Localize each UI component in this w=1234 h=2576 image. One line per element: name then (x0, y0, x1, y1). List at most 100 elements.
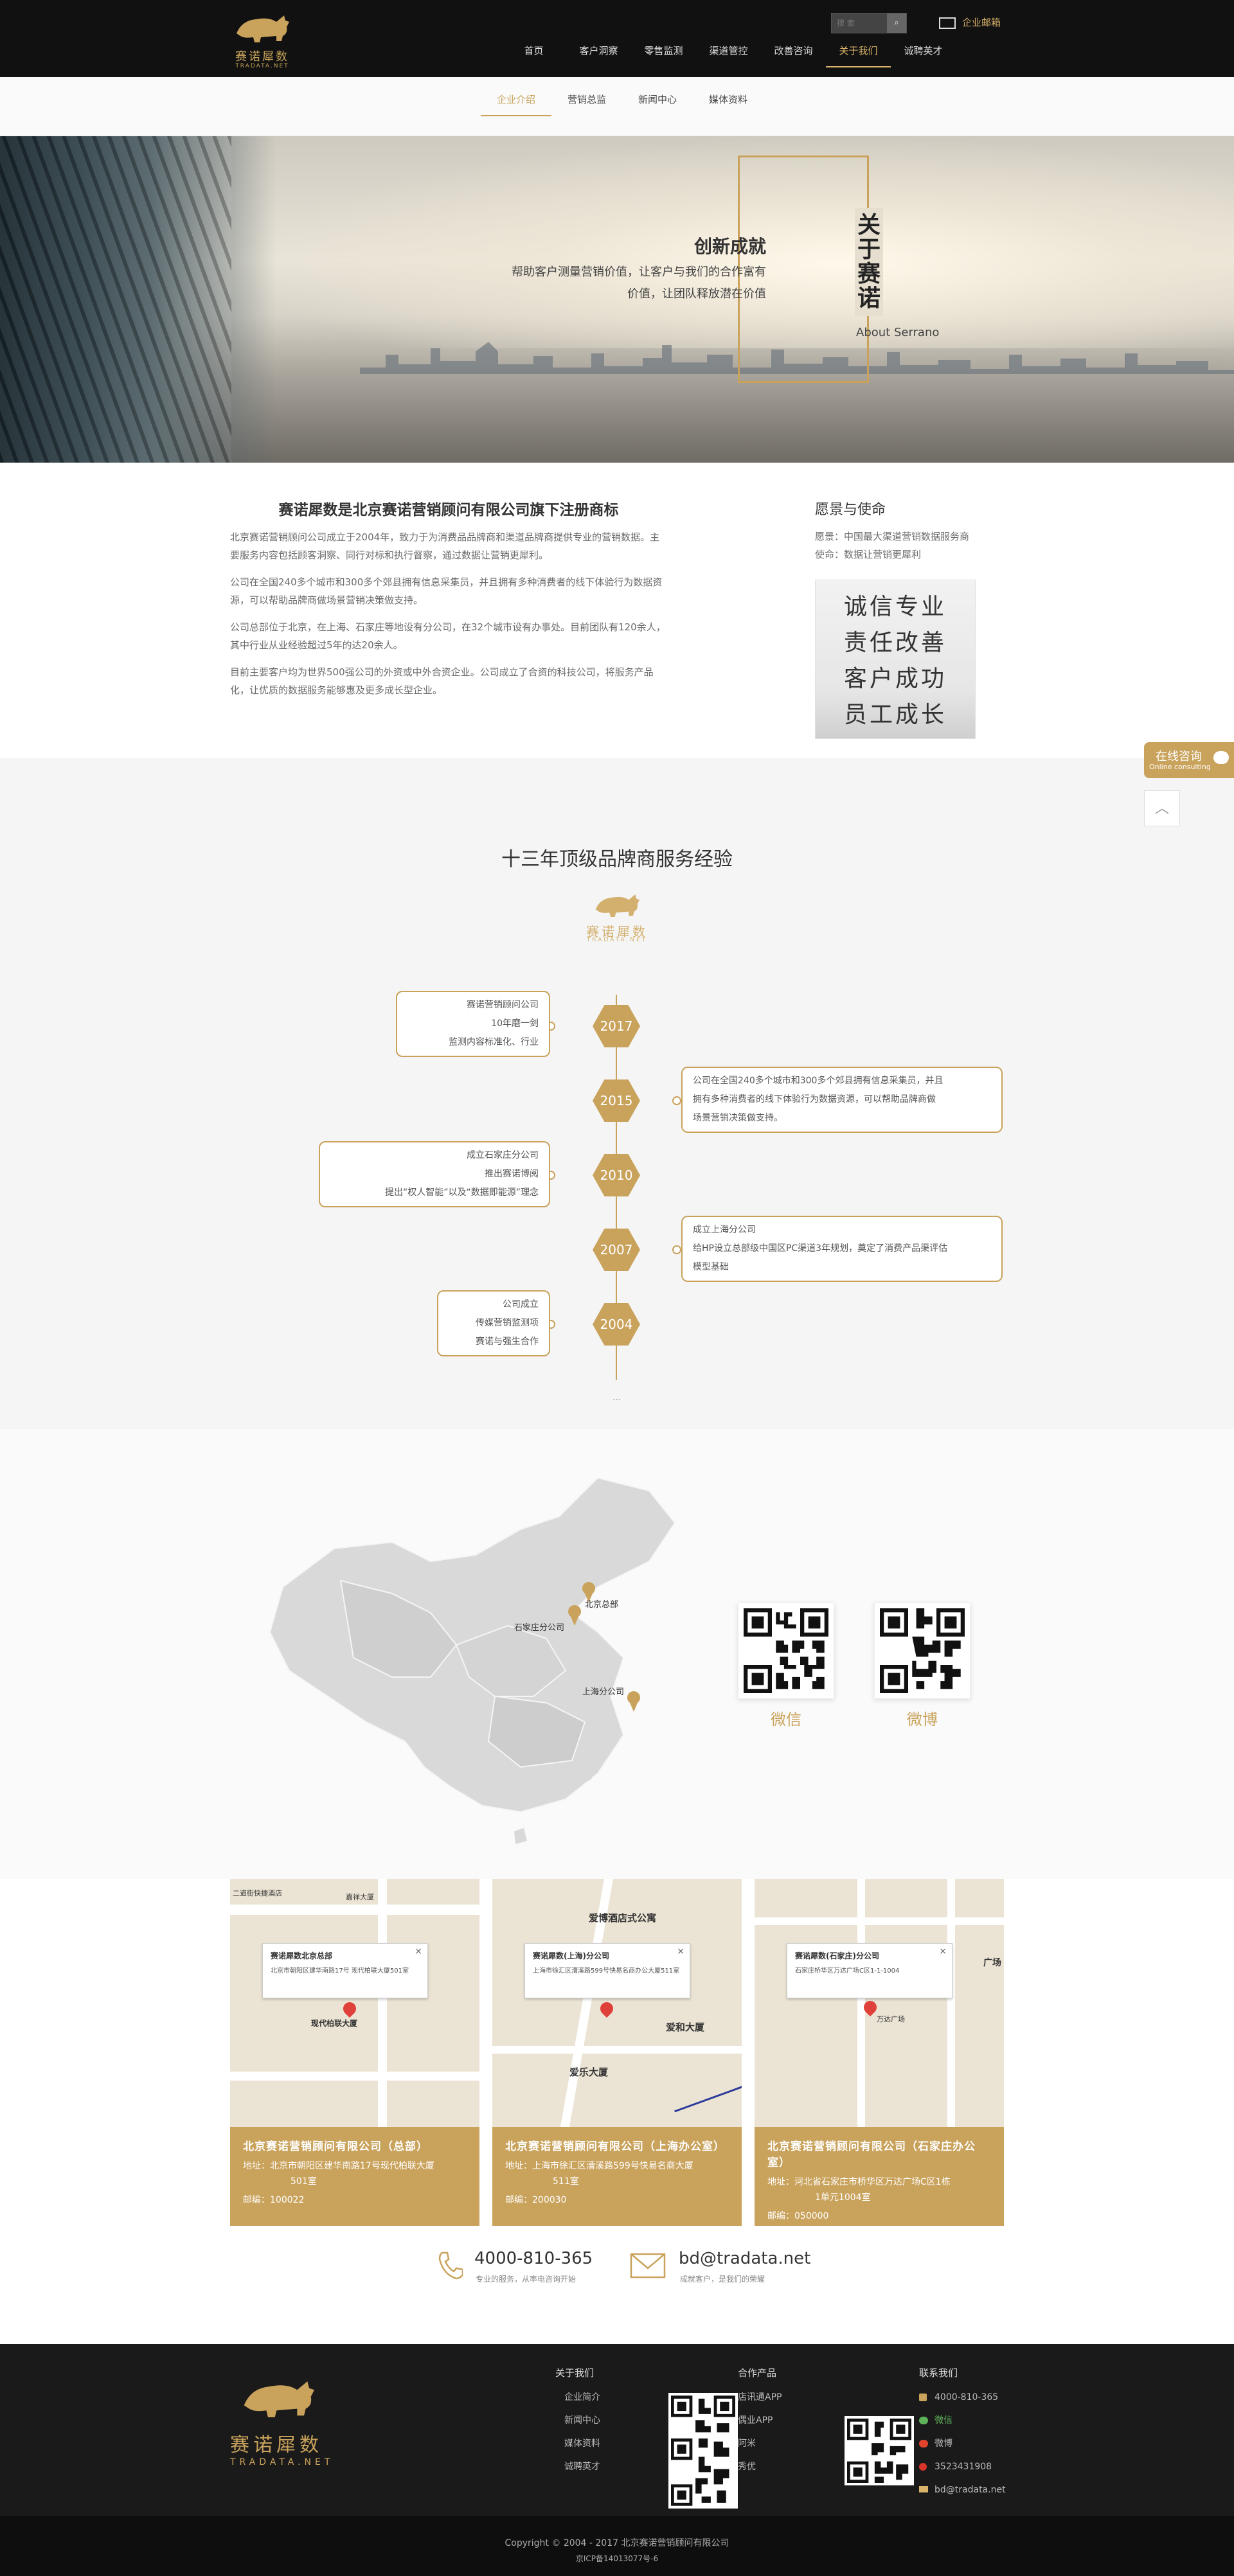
marker-shijiazhuang[interactable]: 石家庄分公司 (514, 1621, 564, 1633)
map-label: 爱乐大厦 (569, 2066, 609, 2078)
footer-contact-phone-text: 4000-810-365 (934, 2392, 999, 2403)
contact-email[interactable]: bd@tradata.net (679, 2249, 810, 2268)
event-line: 模型基础 (693, 1262, 729, 1272)
online-consult-button[interactable]: 在线咨询 Online consulting (1144, 742, 1234, 778)
vision-text: 愿景：中国最大渠道营销数据服务商 (815, 531, 970, 542)
footer-about-title: 关于我们 (555, 2367, 595, 2379)
popup-title: 赛诺犀数(石家庄)分公司 (795, 1951, 879, 1960)
footer-link[interactable]: 企业简介 (555, 2386, 600, 2409)
map-label: 二道街快捷酒店 (233, 1889, 282, 1897)
envelope-icon (630, 2253, 666, 2278)
footer-contact-qq[interactable]: 3523431908 (919, 2455, 1006, 2478)
footer-contact-email[interactable]: bd@tradata.net (919, 2478, 1006, 2501)
office-map[interactable]: 爱博酒店式公寓 × 赛诺犀数(上海)分公司 上海市徐汇区漕溪路599号快易名商办… (492, 1879, 742, 2127)
office-address-2: 1单元1004室 (815, 2192, 871, 2203)
nav-home[interactable]: 首页 (501, 44, 566, 67)
office-popup: × 赛诺犀数北京总部 北京市朝阳区建华南路17号 现代柏联大厦501室 (262, 1943, 428, 1998)
map-label: 现代柏联大厦 (311, 2019, 358, 2028)
event-line: 成立上海分公司 (693, 1225, 756, 1235)
contact-strip: 4000-810-365 专业的服务，从率电咨询开始 bd@tradata.ne… (0, 2226, 1234, 2344)
office-popup: × 赛诺犀数(石家庄)分公司 石家庄桥华区万达广场C区1-1-1004 (787, 1943, 952, 1998)
event-line: 给HP设立总部级中国区PC渠道3年规划，奠定了消费产品渠评估 (693, 1243, 948, 1254)
footer-link[interactable]: 媒体资料 (555, 2432, 600, 2455)
subnav-company-intro[interactable]: 企业介绍 (481, 93, 551, 116)
map-pin-icon (627, 1691, 640, 1712)
office-map[interactable]: × 赛诺犀数(石家庄)分公司 石家庄桥华区万达广场C区1-1-1004 万达广场… (755, 1879, 1004, 2127)
banner-text: 帮助客户测量营销价值，让客户与我们的合作富有 价值，让团队释放潜在价值 (450, 262, 766, 305)
timeline-event-2017: 赛诺营销顾问公司 10年磨一剑 监测内容标准化、行业 (396, 991, 550, 1057)
nav-retail-monitor[interactable]: 零售监测 (631, 44, 696, 67)
qq-icon (919, 2463, 927, 2471)
calligraphy-line: 责任改善 (843, 630, 947, 656)
timeline-more: ... (613, 1392, 621, 1403)
timeline-event-2004: 公司成立 传媒营销监测项 赛诺与强生合作 (437, 1290, 550, 1356)
popup-address: 北京市朝阳区建华南路17号 现代柏联大厦501室 (271, 1968, 409, 1975)
marker-shanghai[interactable]: 上海分公司 (582, 1685, 624, 1697)
popup-address: 上海市徐汇区漕溪路599号快易名商办公大厦511室 (533, 1968, 680, 1975)
timeline-event-2007: 成立上海分公司 给HP设立总部级中国区PC渠道3年规划，奠定了消费产品渠评估 模… (681, 1216, 1003, 1282)
footer-contact-wechat-text: 微信 (934, 2415, 952, 2426)
footer-link[interactable]: 新闻中心 (555, 2409, 600, 2432)
nav-consulting[interactable]: 改善咨询 (761, 44, 826, 67)
map-label: 爱和大厦 (666, 2021, 705, 2033)
event-line: 公司在全国240多个城市和300多个郊县拥有信息采集员，并且 (693, 1076, 943, 1086)
intro-paragraph: 北京赛诺营销顾问公司成立于2004年，致力于为消费品品牌商和渠道品牌商提供专业的… (230, 531, 660, 561)
nav-customer-insight[interactable]: 客户洞察 (566, 44, 631, 67)
footer-link[interactable]: 诚聘英才 (555, 2455, 600, 2478)
year-2004: 2004 (593, 1303, 640, 1346)
footer-link[interactable]: 店讯通APP (738, 2386, 782, 2409)
contact-phone[interactable]: 4000-810-365 (474, 2249, 593, 2268)
event-line: 提出“权人智能”以及“数据即能源”理念 (384, 1187, 539, 1198)
weibo-qr-code (874, 1603, 970, 1699)
timeline-event-2015: 公司在全国240多个城市和300多个郊县拥有信息采集员，并且 拥有多种消费者的线… (681, 1067, 1003, 1133)
map-label: 广场 (983, 1958, 1001, 1968)
event-line: 场景营销决策做支持。 (693, 1113, 783, 1123)
footer-contact-email-text: bd@tradata.net (934, 2485, 1006, 2495)
subnav-media[interactable]: 媒体资料 (693, 93, 764, 116)
close-icon[interactable]: × (677, 1946, 684, 1957)
calligraphy-line: 员工成长 (843, 702, 947, 728)
footer-about: 关于我们 企业简介 新闻中心 媒体资料 诚聘英才 (555, 2366, 600, 2478)
event-line: 监测内容标准化、行业 (449, 1037, 539, 1047)
vision-title: 愿景与使命 (815, 502, 886, 518)
office-map[interactable]: 二道街快捷酒店 嘉祥大厦 × 赛诺犀数北京总部 北京市朝阳区建华南路17号 现代… (230, 1879, 479, 2127)
close-icon[interactable]: × (415, 1946, 422, 1957)
footer-products: 合作产品 店讯通APP 偶业APP 阿米 秀优 (738, 2366, 782, 2478)
footer-products-title: 合作产品 (738, 2367, 777, 2379)
calligraphy-line: 客户成功 (843, 666, 947, 692)
close-icon[interactable]: × (939, 1946, 947, 1957)
about-banner: 关于赛诺 About Serrano 创新成就 帮助客户测量营销价值，让客户与我… (0, 136, 1234, 463)
mail-link[interactable]: 企业邮箱 (939, 15, 1001, 29)
top-header: 赛诺犀数 TRADATA.NET ⌕ 企业邮箱 首页 客户洞察 零售监测 渠道管… (0, 0, 1234, 77)
brand-name: 赛诺犀数 (235, 50, 289, 64)
footer-link[interactable]: 偶业APP (738, 2409, 782, 2432)
subnav-marketing-director[interactable]: 营销总监 (551, 93, 622, 116)
nav-channel-control[interactable]: 渠道管控 (696, 44, 761, 67)
search-icon[interactable]: ⌕ (887, 13, 906, 33)
footer-link[interactable]: 阿米 (738, 2432, 782, 2455)
footer-contact-wechat[interactable]: 微信 (919, 2409, 1006, 2432)
search-input[interactable] (832, 13, 887, 33)
footer-contact-weibo[interactable]: 微博 (919, 2432, 1006, 2455)
back-to-top-button[interactable]: ︿ (1144, 790, 1180, 826)
office-postcode: 邮编：050000 (767, 2211, 829, 2221)
footer-contact-phone[interactable]: 4000-810-365 (919, 2386, 1006, 2409)
mission-text: 使命：数据让营销更犀利 (815, 549, 922, 560)
footer-link[interactable]: 秀优 (738, 2455, 782, 2478)
marker-beijing[interactable]: 北京总部 (585, 1597, 618, 1610)
banner-title: 关于赛诺 (855, 208, 883, 316)
timeline-logo: 赛诺犀数 TRADATA.NET (582, 888, 652, 946)
office-postcode: 邮编：100022 (243, 2195, 305, 2205)
subnav-news[interactable]: 新闻中心 (622, 93, 693, 116)
office-address: 地址：北京市朝阳区建华南路17号现代柏联大厦 (243, 2161, 434, 2171)
nav-about[interactable]: 关于我们 (826, 44, 891, 67)
map-section: 北京总部 石家庄分公司 上海分公司 微信 微博 (0, 1429, 1234, 1879)
brand-logo[interactable]: 赛诺犀数 TRADATA.NET (230, 8, 294, 69)
weibo-label: 微博 (907, 1710, 938, 1728)
footer-logo: 赛诺犀数 TRADATA.NET (230, 2371, 339, 2467)
map-pin-icon (340, 1999, 359, 2018)
footer-brand: 赛诺犀数 (230, 2434, 323, 2456)
phone-icon (919, 2394, 927, 2401)
nav-careers[interactable]: 诚聘英才 (891, 44, 956, 67)
office-info: 北京赛诺营销顾问有限公司（石家庄办公室） 地址：河北省石家庄市桥华区万达广场C区… (755, 2127, 1004, 2226)
